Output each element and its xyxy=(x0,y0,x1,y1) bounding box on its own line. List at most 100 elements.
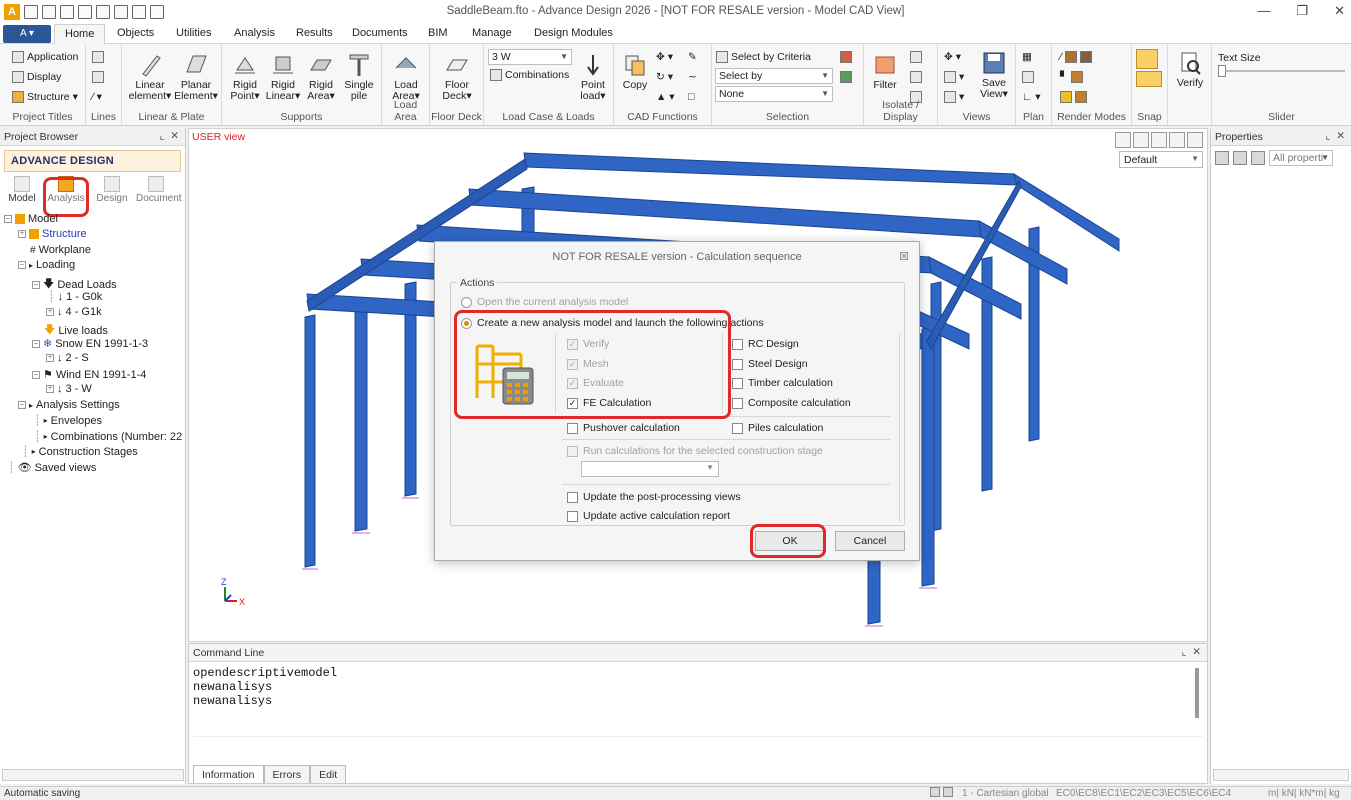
plan-axis-icon[interactable]: ∟ ▾ xyxy=(1022,91,1040,103)
ok-button[interactable]: OK xyxy=(755,531,825,551)
tab-edit[interactable]: Edit xyxy=(310,765,347,783)
minimize-icon[interactable]: — xyxy=(1257,3,1270,19)
properties-filter-select[interactable]: All properti ▼ xyxy=(1269,150,1333,166)
snap-settings-icon[interactable] xyxy=(1136,71,1162,87)
radio-create-new-model[interactable]: Create a new analysis model and launch t… xyxy=(461,317,764,329)
select-by-criteria-button[interactable]: Select by Criteria xyxy=(716,51,811,63)
render-axis-icon[interactable]: ▘ xyxy=(1060,71,1084,83)
pin-close-icons[interactable]: ⌞ ✕ xyxy=(1325,130,1345,142)
construction-stage-select[interactable]: ▼ xyxy=(581,461,719,477)
view-cube-icon[interactable]: ▾ xyxy=(944,71,964,83)
polyline-icon[interactable] xyxy=(92,71,104,83)
tab-manage[interactable]: Manage xyxy=(472,27,512,39)
status-tool-icon[interactable] xyxy=(930,787,940,797)
snap-magnet-icon[interactable] xyxy=(1136,49,1158,69)
floor-deck-button[interactable]: Floor Deck▾ xyxy=(436,52,478,102)
properties-sort-icon[interactable] xyxy=(1215,151,1229,165)
mode-design[interactable]: Design xyxy=(92,176,132,204)
save-icon[interactable] xyxy=(60,5,74,19)
tree-node-s[interactable]: + ↓ 2 - S xyxy=(46,352,89,364)
tree-node-combinations[interactable]: ┊ ▸ Combinations (Number: 22 xyxy=(34,430,182,444)
structure-button[interactable]: Structure ▾ xyxy=(12,91,78,103)
close-icon[interactable]: ✕ xyxy=(1334,3,1345,19)
app-logo-icon[interactable]: A xyxy=(4,4,20,20)
open-file-icon[interactable] xyxy=(42,5,56,19)
new-file-icon[interactable] xyxy=(24,5,38,19)
text-size-slider[interactable] xyxy=(1220,70,1345,72)
filter-button[interactable]: Filter xyxy=(868,52,902,91)
tab-home[interactable]: Home xyxy=(54,24,106,45)
browser-horizontal-scrollbar[interactable] xyxy=(2,769,184,781)
tab-objects[interactable]: Objects xyxy=(117,27,154,39)
properties-filter-icon[interactable] xyxy=(1251,151,1265,165)
text-size-slider-thumb[interactable] xyxy=(1218,65,1226,77)
verify-button[interactable]: Verify xyxy=(1172,50,1208,89)
tree-node-structure[interactable]: + Structure xyxy=(18,228,87,240)
check-timber-calculation[interactable]: Timber calculation xyxy=(732,377,833,389)
pin-close-icons[interactable]: ⌞ ✕ xyxy=(1181,646,1201,658)
check-rc-design[interactable]: RC Design xyxy=(732,338,799,350)
plan-level-icon[interactable] xyxy=(1022,71,1034,83)
check-piles-calculation[interactable]: Piles calculation xyxy=(732,422,823,434)
wireframe-icon[interactable]: ∕ xyxy=(1060,51,1092,63)
rigid-linear-button[interactable]: Rigid Linear▾ xyxy=(264,52,302,102)
redo-icon[interactable] xyxy=(114,5,128,19)
check-verify[interactable]: ✓ Verify xyxy=(567,338,609,350)
display-hidden-icon[interactable] xyxy=(910,71,922,83)
tab-information[interactable]: Information xyxy=(193,765,264,783)
units-display[interactable]: m| kN| kN*m| kg xyxy=(1268,788,1340,799)
save-as-icon[interactable] xyxy=(78,5,92,19)
mode-document[interactable]: Document xyxy=(136,176,182,204)
properties-category-icon[interactable] xyxy=(1233,151,1247,165)
tree-node-workplane[interactable]: # Workplane xyxy=(30,244,91,256)
selection-tool-icon[interactable] xyxy=(840,51,852,63)
mirror-icon[interactable]: ▲ ▾ xyxy=(656,91,675,103)
check-mesh[interactable]: ✓ Mesh xyxy=(567,358,609,370)
coordinate-system[interactable]: 1 - Cartesian global xyxy=(962,788,1049,799)
mode-model[interactable]: Model xyxy=(2,176,42,204)
trim-icon[interactable]: ✎ xyxy=(688,51,697,63)
command-vertical-scrollbar[interactable] xyxy=(1195,668,1199,718)
check-pushover-calculation[interactable]: Pushover calculation xyxy=(567,422,680,434)
print-preview-icon[interactable] xyxy=(150,5,164,19)
grid-icon[interactable] xyxy=(92,51,104,63)
select-by-combo[interactable]: Select by ▼ xyxy=(715,68,833,84)
check-evaluate[interactable]: ✓ Evaluate xyxy=(567,377,624,389)
load-case-select[interactable]: 3 W ▼ xyxy=(488,49,572,65)
tree-node-wind[interactable]: – ⚑ Wind EN 1991-1-4 xyxy=(32,368,146,381)
tree-node-g0k[interactable]: ┊ ↓ 1 - G0k xyxy=(48,290,102,304)
properties-horizontal-scrollbar[interactable] xyxy=(1213,769,1349,781)
radio-open-current-model[interactable]: Open the current analysis model xyxy=(461,296,628,308)
tab-design-modules[interactable]: Design Modules xyxy=(534,27,613,39)
perspective-icon[interactable]: ▾ xyxy=(944,91,964,103)
tree-node-g1k[interactable]: + ↓ 4 - G1k xyxy=(46,306,102,318)
check-composite-calculation[interactable]: Composite calculation xyxy=(732,397,851,409)
split-icon[interactable]: ∼ xyxy=(688,71,697,83)
tree-node-loading[interactable]: – ▸ Loading xyxy=(18,259,75,271)
selection-filter-combo[interactable]: None ▼ xyxy=(715,86,833,102)
tab-analysis[interactable]: Analysis xyxy=(234,27,275,39)
line-icon[interactable]: ∕ ▾ xyxy=(92,91,102,103)
pin-close-icons[interactable]: ⌞ ✕ xyxy=(159,130,179,142)
copy-button[interactable]: Copy xyxy=(618,52,652,91)
command-horizontal-scrollbar[interactable] xyxy=(193,736,1203,746)
tree-node-saved-views[interactable]: ┊ 👁 Saved views xyxy=(8,461,96,475)
tree-node-analysis-settings[interactable]: – ▸ Analysis Settings xyxy=(18,399,120,411)
tab-errors[interactable]: Errors xyxy=(263,765,311,783)
isolate-icon[interactable] xyxy=(910,51,922,63)
linear-element-button[interactable]: Linear element▾ xyxy=(126,52,174,102)
single-pile-button[interactable]: Single pile xyxy=(340,52,378,102)
planar-element-button[interactable]: Planar Element▾ xyxy=(172,52,220,102)
restore-icon[interactable]: ❐ xyxy=(1296,3,1308,19)
load-area-button[interactable]: Load Area▾ xyxy=(386,52,426,102)
tree-node-envelopes[interactable]: ┊ ▸ Envelopes xyxy=(34,414,102,428)
selection-grid-icon[interactable] xyxy=(840,71,852,83)
point-load-button[interactable]: Point load▾ xyxy=(574,52,612,102)
render-solid-icon[interactable] xyxy=(1060,91,1087,103)
tab-results[interactable]: Results xyxy=(296,27,333,39)
tree-node-construction-stages[interactable]: ┊ ▸ Construction Stages xyxy=(22,445,138,459)
check-fe-calculation[interactable]: ✓ FE Calculation xyxy=(567,397,651,409)
rigid-area-button[interactable]: Rigid Area▾ xyxy=(302,52,340,102)
tab-documents[interactable]: Documents xyxy=(352,27,408,39)
check-run-construction-stage[interactable]: Run calculations for the selected constr… xyxy=(567,445,823,457)
